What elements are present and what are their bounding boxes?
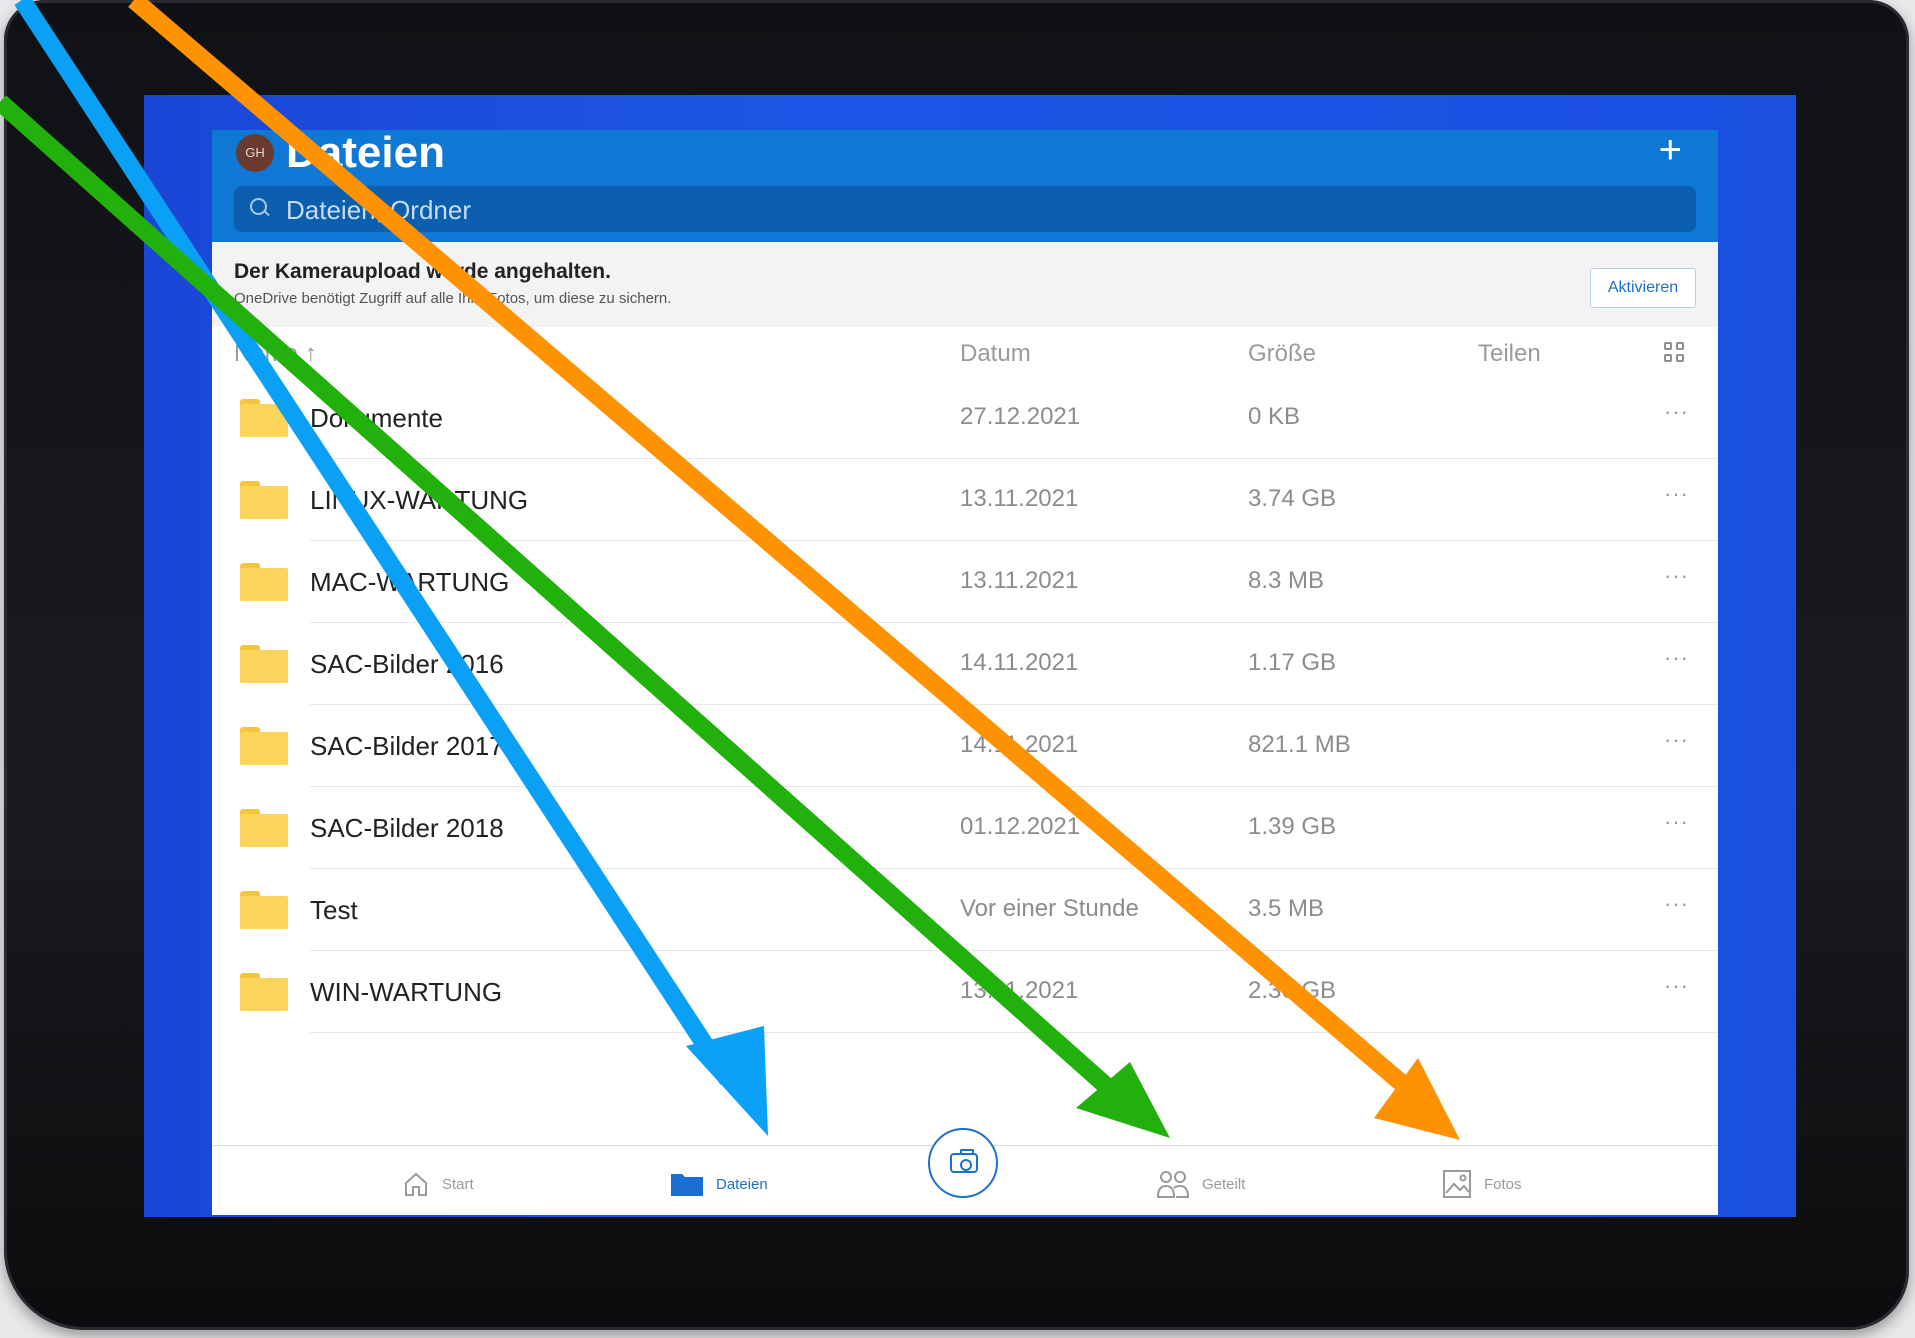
folder-icon [240,481,288,519]
file-date: 27.12.2021 [960,403,1081,430]
camera-upload-banner [212,242,1718,327]
file-row[interactable]: SAC-Bilder 2018 01.12.2021 1.39 GB ··· [212,787,1718,869]
header: GH Dateien + [212,130,1718,242]
activate-button[interactable]: Aktivieren [1590,268,1696,308]
folder-icon [240,973,288,1011]
camera-icon [950,1149,978,1173]
camera-button[interactable] [928,1128,998,1198]
file-size: 3.5 MB [1248,895,1325,922]
folder-icon [240,891,288,929]
file-size: 821.1 MB [1248,731,1351,758]
nav-photos-label: Fotos [1484,1175,1522,1193]
file-name: SAC-Bilder 2018 [310,813,504,843]
bottom-navigation: Start Dateien Geteilt Fotos [212,1128,1718,1215]
file-name: LINUX-WARTUNG [310,485,529,515]
more-options-icon[interactable]: ··· [1664,645,1689,671]
file-name: Test [310,895,358,925]
more-options-icon[interactable]: ··· [1664,399,1689,425]
file-date: 01.12.2021 [960,813,1081,840]
more-options-icon[interactable]: ··· [1664,481,1689,507]
search-icon [250,198,267,215]
column-header-name[interactable]: Name ↑ [234,340,317,368]
file-name: SAC-Bilder 2017 [310,731,504,761]
file-date: 14.11.2021 [960,731,1079,758]
search-bar[interactable] [234,186,1696,234]
more-options-icon[interactable]: ··· [1664,563,1689,589]
people-icon [1156,1171,1190,1198]
nav-files[interactable]: Dateien [670,1168,768,1200]
avatar[interactable]: GH [236,134,274,172]
more-options-icon[interactable]: ··· [1664,891,1689,917]
banner-title: Der Kameraupload wurde angehalten. [234,260,611,283]
folder-icon [240,563,288,601]
file-row[interactable]: WIN-WARTUNG 13.11.2021 2.36 GB ··· [212,951,1718,1033]
file-size: 0 KB [1248,403,1301,430]
file-name: Dokumente [310,403,443,433]
file-date: 13.11.2021 [960,485,1079,512]
nav-files-label: Dateien [716,1175,768,1193]
file-name: SAC-Bilder 2016 [310,649,504,679]
more-options-icon[interactable]: ··· [1664,809,1689,835]
file-name: MAC-WARTUNG [310,567,510,597]
search-input[interactable] [284,186,1668,234]
folder-icon [240,399,288,437]
column-header-size[interactable]: Größe [1248,340,1316,368]
add-icon[interactable]: + [1659,130,1682,170]
grid-view-icon[interactable] [1664,342,1686,364]
folder-icon [671,1174,703,1196]
nav-shared-label: Geteilt [1202,1175,1246,1193]
column-header-share[interactable]: Teilen [1478,340,1541,368]
file-row[interactable]: Dokumente 27.12.2021 0 KB ··· [212,377,1718,459]
file-date: 14.11.2021 [960,649,1079,676]
file-row[interactable]: SAC-Bilder 2016 14.11.2021 1.17 GB ··· [212,623,1718,705]
home-icon [405,1172,427,1196]
file-size: 1.17 GB [1248,649,1337,676]
file-size: 1.39 GB [1248,813,1337,840]
nav-start[interactable]: Start [402,1168,474,1200]
file-size: 3.74 GB [1248,485,1337,512]
folder-icon [240,727,288,765]
folder-icon [240,809,288,847]
more-options-icon[interactable]: ··· [1664,727,1689,753]
file-row[interactable]: SAC-Bilder 2017 14.11.2021 821.1 MB ··· [212,705,1718,787]
nav-start-label: Start [442,1175,474,1193]
onedrive-app: GH Dateien + Der Kameraupload wurde ange… [212,130,1718,1215]
file-date: Vor einer Stunde [960,895,1139,922]
page-title: Dateien [286,130,445,177]
file-row[interactable]: LINUX-WARTUNG 13.11.2021 3.74 GB ··· [212,459,1718,541]
banner-text: OneDrive benötigt Zugriff auf alle Ihre … [234,290,672,307]
file-date: 13.11.2021 [960,977,1079,1004]
file-name: WIN-WARTUNG [310,977,503,1007]
file-row[interactable]: Test Vor einer Stunde 3.5 MB ··· [212,869,1718,951]
file-size: 2.36 GB [1248,977,1337,1004]
folder-icon [240,645,288,683]
file-size: 8.3 MB [1248,567,1325,594]
more-options-icon[interactable]: ··· [1664,973,1689,999]
nav-shared[interactable]: Geteilt [1156,1168,1245,1200]
nav-photos[interactable]: Fotos [1442,1168,1522,1200]
file-date: 13.11.2021 [960,567,1079,594]
column-header-date[interactable]: Datum [960,340,1031,368]
file-row[interactable]: MAC-WARTUNG 13.11.2021 8.3 MB ··· [212,541,1718,623]
photo-icon [1443,1170,1471,1198]
